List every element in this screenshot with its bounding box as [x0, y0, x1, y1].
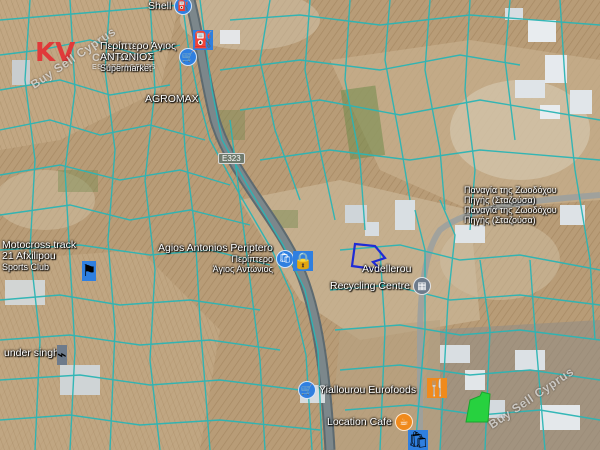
- transit-icon[interactable]: ⌁: [57, 345, 67, 365]
- poi-label: Shell: [148, 0, 172, 12]
- poi-label: Yiallourou Eurofoods: [319, 383, 417, 396]
- poi-location-cafe[interactable]: Location Cafe ☕: [327, 413, 413, 431]
- gas-station-icon: ⛽: [174, 0, 193, 15]
- food-icon[interactable]: 🍴: [427, 378, 447, 398]
- lock-icon[interactable]: 🔒: [293, 251, 313, 271]
- poi-label: Agios Antonios Periptero: [158, 242, 273, 254]
- poi-periptero-antonios[interactable]: Περίπτερο Άγιος ΑΝΤΩΝΙΟΣ Supermarket 🛒: [100, 41, 198, 74]
- poi-label-stack: Avdellerou: [362, 264, 411, 275]
- poi-label-stack: Motocross track 21 Afxilipou Sports Club: [2, 240, 76, 273]
- flag-icon[interactable]: ⚑: [82, 261, 97, 281]
- poi-label-stack: Agios Antonios Periptero Περίπτερο Άγιος…: [158, 242, 273, 275]
- poi-agios-antonios-periptero[interactable]: Agios Antonios Periptero Περίπτερο Άγιος…: [158, 243, 294, 274]
- shopping-bag-icon: 🛍: [276, 249, 294, 268]
- poi-label: Location Cafe: [327, 415, 392, 428]
- satellite-map[interactable]: KV Buy Sell Cyprus CYPRUS ESTATE AGENTS …: [0, 0, 600, 450]
- poi-shell[interactable]: Shell ⛽: [148, 0, 193, 15]
- poi-label: AGROMAX: [145, 93, 199, 105]
- poi-label-stack: Παναγία της Ζωοδόχου Πηγής (Σταζούσα) Πα…: [464, 185, 557, 225]
- poi-sublabel: Sports Club: [2, 262, 50, 272]
- poi-recycling[interactable]: Avdellerou: [362, 264, 411, 275]
- poi-label: Πηγής (Σταζούσα): [464, 215, 536, 225]
- poi-yiallourou[interactable]: 🛒 Yiallourou Eurofoods: [298, 381, 416, 399]
- poi-label: Avdellerou: [362, 263, 412, 275]
- shopping-cart-icon: 🛒: [298, 381, 316, 399]
- poi-under-singh[interactable]: under singh: [4, 348, 59, 359]
- poi-label: Πηγής (Σταζούσα): [464, 195, 536, 205]
- shopping-bag-icon[interactable]: 🛍: [408, 430, 429, 450]
- cafe-icon: ☕: [394, 413, 413, 431]
- poi-label: Παναγία της Ζωοδόχου: [464, 205, 557, 215]
- poi-label-stack: Περίπτερο Άγιος ΑΝΤΩΝΙΟΣ Supermarket: [100, 41, 176, 74]
- poi-label: ΑΝΤΩΝΙΟΣ: [100, 51, 154, 63]
- poi-sublabel: Άγιος Αντώνιος: [212, 264, 273, 274]
- poi-agromax[interactable]: AGROMAX: [145, 94, 199, 105]
- road-shield: E323: [218, 153, 245, 164]
- poi-label: Παναγία της Ζωοδόχου: [464, 185, 557, 195]
- poi-sublabel: Περίπτερο: [231, 254, 273, 264]
- poi-label: Recycling Centre: [330, 279, 410, 292]
- poi-label: 21 Afxilipou: [2, 250, 56, 262]
- building-icon: ▦: [412, 277, 431, 295]
- poi-motocross[interactable]: Motocross track 21 Afxilipou Sports Club: [2, 240, 76, 273]
- poi-label: under singh: [4, 347, 59, 359]
- poi-panagia[interactable]: Παναγία της Ζωοδόχου Πηγής (Σταζούσα) Πα…: [464, 185, 557, 225]
- poi-recycling-centre[interactable]: Recycling Centre ▦: [330, 277, 431, 295]
- poi-sublabel: Supermarket: [100, 63, 152, 73]
- shopping-cart-icon: 🛒: [179, 48, 198, 66]
